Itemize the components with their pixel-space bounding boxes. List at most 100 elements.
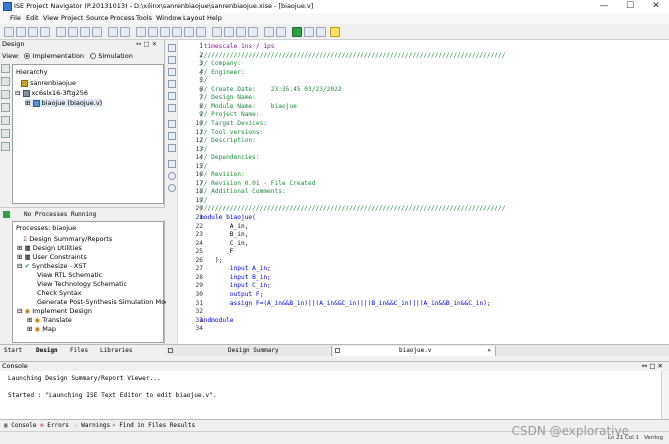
process-synthesize[interactable]: ⊟ ✔ Synthesize - XST xyxy=(17,262,86,270)
insert-template-icon[interactable] xyxy=(168,120,176,128)
comment-icon[interactable] xyxy=(168,68,176,76)
process-view-tech[interactable]: View Technology Schematic xyxy=(37,280,127,288)
tab-console[interactable]: ▣ Console xyxy=(4,422,37,429)
stop-icon[interactable] xyxy=(316,27,326,37)
cut-icon[interactable] xyxy=(56,27,66,37)
collapse-toggle-icon[interactable]: ⊟ xyxy=(15,89,20,97)
next-bookmark-icon[interactable] xyxy=(168,104,176,112)
outdent-icon[interactable] xyxy=(168,56,176,64)
simulation-radio[interactable] xyxy=(90,53,97,59)
window-icon[interactable] xyxy=(236,27,246,37)
collapse-icon[interactable] xyxy=(1,129,10,138)
tile-icon[interactable] xyxy=(248,27,258,37)
save-icon[interactable] xyxy=(28,27,38,37)
expand-toggle-icon[interactable]: ⊞ xyxy=(27,325,35,333)
zoom-box-icon[interactable] xyxy=(196,27,206,37)
process-view-rtl[interactable]: View RTL Schematic xyxy=(37,271,102,279)
minimize-button[interactable]: — xyxy=(591,0,617,13)
settings-icon[interactable] xyxy=(276,27,286,37)
process-design-summary[interactable]: Σ Design Summary/Reports xyxy=(23,235,112,243)
zoom-in-icon[interactable] xyxy=(160,27,170,37)
find-next-icon[interactable] xyxy=(148,27,158,37)
uncomment-icon[interactable] xyxy=(168,80,176,88)
menu-view[interactable]: View xyxy=(43,14,58,22)
process-map[interactable]: ⊞ ◉ Map xyxy=(27,325,56,333)
zoom-fit-icon[interactable] xyxy=(184,27,194,37)
expand-toggle-icon[interactable]: ⊞ xyxy=(17,244,25,252)
tab-design[interactable]: Design xyxy=(36,347,58,354)
remove-icon[interactable] xyxy=(1,90,10,99)
clear-icon[interactable] xyxy=(168,172,176,180)
redo-icon[interactable] xyxy=(120,27,130,37)
layout-icon[interactable] xyxy=(212,27,222,37)
tree-item-device[interactable]: ⊟ xc6slx16-3ftg256 xyxy=(15,89,88,97)
tree-item-project[interactable]: sanrenbiaojue xyxy=(21,79,76,87)
tab-errors[interactable]: ⊗ Errors xyxy=(40,422,69,429)
code-editor[interactable]: 1 2 3 4 5 6 7 8 9 10 11 12 13 14 15 16 17 18 19 20 21 22 23 24 2… xyxy=(166,40,669,344)
menu-edit[interactable]: Edit xyxy=(26,14,39,22)
process-design-utilities[interactable]: ⊞ ▦ Design Utilities xyxy=(17,244,82,252)
properties-icon[interactable] xyxy=(1,103,10,112)
open-icon[interactable] xyxy=(16,27,26,37)
panel-icon[interactable] xyxy=(224,27,234,37)
close-button[interactable]: ✕ xyxy=(643,0,669,13)
menu-tools[interactable]: Tools xyxy=(136,14,152,22)
rerun-icon[interactable] xyxy=(304,27,314,37)
refresh-icon[interactable] xyxy=(1,142,10,151)
collapse-toggle-icon[interactable]: ⊟ xyxy=(17,262,25,270)
tab-start[interactable]: Start xyxy=(4,347,22,354)
refresh-icon[interactable] xyxy=(168,184,176,192)
run-icon[interactable] xyxy=(292,27,302,37)
maximize-button[interactable]: ☐ xyxy=(617,0,643,13)
process-post-synth-sim[interactable]: Generate Post-Synthesis Simulation Model xyxy=(37,298,175,306)
find-icon[interactable] xyxy=(136,27,146,37)
copy-icon[interactable] xyxy=(68,27,78,37)
bookmark-icon[interactable] xyxy=(168,92,176,100)
menu-window[interactable]: Window xyxy=(156,14,182,22)
language-template-icon[interactable] xyxy=(168,132,176,140)
find-in-files-icon[interactable] xyxy=(168,144,176,152)
undo-icon[interactable] xyxy=(108,27,118,37)
process-translate[interactable]: ⊞ ◉ Translate xyxy=(27,316,72,324)
tab-files[interactable]: Files xyxy=(70,347,88,354)
run-process-icon[interactable] xyxy=(3,211,10,218)
delete-icon[interactable] xyxy=(92,27,102,37)
zoom-out-icon[interactable] xyxy=(172,27,182,37)
menu-file[interactable]: File xyxy=(10,14,21,22)
expand-toggle-icon[interactable]: ⊞ xyxy=(25,99,30,107)
menu-help[interactable]: Help xyxy=(207,14,222,22)
expand-toggle-icon[interactable]: ⊞ xyxy=(27,316,35,324)
folder-icon: ▦ xyxy=(24,253,33,261)
implementation-radio[interactable] xyxy=(24,53,31,59)
menu-process[interactable]: Process xyxy=(110,14,135,22)
save-all-icon[interactable] xyxy=(40,27,50,37)
help-icon[interactable] xyxy=(330,27,340,37)
menu-project[interactable]: Project xyxy=(61,14,83,22)
tab-warnings[interactable]: ⚠ Warnings xyxy=(74,422,110,429)
paste-icon[interactable] xyxy=(80,27,90,37)
indent-icon[interactable] xyxy=(168,44,176,52)
menu-source[interactable]: Source xyxy=(86,14,108,22)
tab-biaojue-v[interactable]: biaojue.v ✕ xyxy=(333,346,496,356)
process-check-syntax[interactable]: Check Syntax xyxy=(37,289,82,297)
properties-icon[interactable] xyxy=(264,27,274,37)
process-implement[interactable]: ⊟ ◉ Implement Design xyxy=(17,307,92,315)
panel-controls[interactable]: ↔ □ ✕ xyxy=(136,40,157,49)
tab-icon[interactable] xyxy=(168,160,176,168)
tab-design-summary[interactable]: Design Summary xyxy=(166,346,332,356)
console-scrollbar[interactable] xyxy=(661,371,669,420)
new-icon[interactable] xyxy=(4,27,14,37)
tab-libraries[interactable]: Libraries xyxy=(100,347,133,354)
process-user-constraints[interactable]: ⊞ ▦ User Constraints xyxy=(17,253,87,261)
expand-toggle-icon[interactable]: ⊞ xyxy=(17,253,25,261)
expand-icon[interactable] xyxy=(1,116,10,125)
console-controls[interactable]: ↔ □ ✕ xyxy=(642,362,663,371)
tree-item-module[interactable]: ⊞ biaojue (biaojue.v) xyxy=(25,99,103,107)
tab-find-in-files[interactable]: ⌕ Find in Files Results xyxy=(112,422,195,429)
code-line: // Design Name: xyxy=(200,94,256,102)
add-copy-icon[interactable] xyxy=(1,77,10,86)
collapse-toggle-icon[interactable]: ⊟ xyxy=(17,307,25,315)
menu-layout[interactable]: Layout xyxy=(183,14,205,22)
add-source-icon[interactable] xyxy=(1,64,10,73)
tab-close-icon[interactable]: ✕ xyxy=(487,346,491,356)
